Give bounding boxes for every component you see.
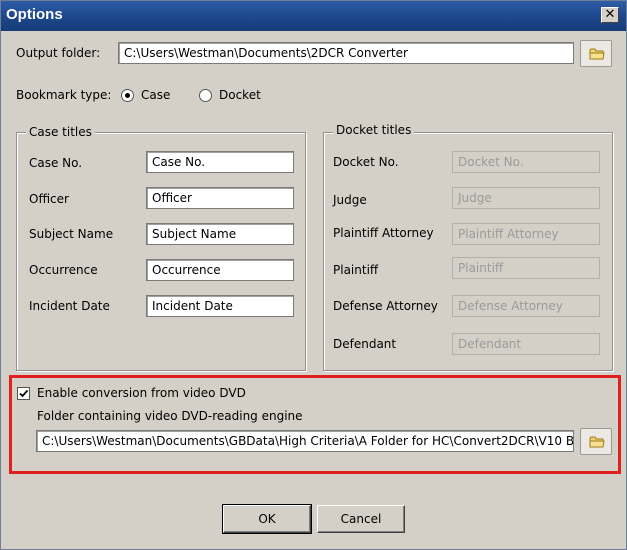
defense-attorney-input[interactable]: Defense Attorney <box>452 295 600 317</box>
enable-dvd-checkbox[interactable] <box>17 387 30 400</box>
plaintiff-attorney-label: Plaintiff Attorney <box>333 226 434 240</box>
subject-name-label: Subject Name <box>29 227 114 241</box>
occurrence-label: Occurrence <box>29 263 98 277</box>
case-no-input[interactable]: Case No. <box>146 151 294 173</box>
dvd-folder-browse-button[interactable] <box>580 428 612 455</box>
checkmark-icon <box>19 389 29 398</box>
output-folder-input[interactable]: C:\Users\Westman\Documents\2DCR Converte… <box>118 42 574 64</box>
enable-dvd-label[interactable]: Enable conversion from video DVD <box>37 386 246 400</box>
radio-docket[interactable] <box>199 89 212 102</box>
case-no-label: Case No. <box>29 156 83 170</box>
defendant-input[interactable]: Defendant <box>452 333 600 355</box>
defense-attorney-label: Defense Attorney <box>333 299 438 313</box>
options-dialog: Options ✕ Output folder: C:\Users\Westma… <box>0 0 627 550</box>
officer-label: Officer <box>29 192 69 206</box>
output-folder-browse-button[interactable] <box>580 40 612 67</box>
window-title: Options <box>6 6 63 23</box>
radio-selected-dot <box>125 93 130 98</box>
occurrence-input[interactable]: Occurrence <box>146 259 294 281</box>
officer-input[interactable]: Officer <box>146 187 294 209</box>
output-folder-label: Output folder: <box>16 46 101 60</box>
incident-date-label: Incident Date <box>29 299 110 313</box>
ok-button[interactable]: OK <box>222 504 312 534</box>
radio-case-label[interactable]: Case <box>141 88 170 102</box>
plaintiff-label: Plaintiff <box>333 263 379 277</box>
folder-icon <box>589 48 605 60</box>
docket-titles-legend: Docket titles <box>333 123 415 137</box>
case-titles-legend: Case titles <box>26 125 95 139</box>
title-bar[interactable]: Options ✕ <box>1 1 626 31</box>
radio-case[interactable] <box>121 89 134 102</box>
judge-label: Judge <box>333 193 367 207</box>
close-button[interactable]: ✕ <box>601 7 619 23</box>
cancel-button[interactable]: Cancel <box>317 505 405 533</box>
subject-name-input[interactable]: Subject Name <box>146 223 294 245</box>
docket-no-input[interactable]: Docket No. <box>452 151 600 173</box>
radio-docket-label[interactable]: Docket <box>219 88 261 102</box>
defendant-label: Defendant <box>333 337 397 351</box>
judge-input[interactable]: Judge <box>452 187 600 209</box>
dvd-folder-label: Folder containing video DVD-reading engi… <box>37 409 303 423</box>
close-icon: ✕ <box>604 7 616 22</box>
dvd-folder-input[interactable]: C:\Users\Westman\Documents\GBData\High C… <box>36 430 574 452</box>
plaintiff-input[interactable]: Plaintiff <box>452 257 600 279</box>
folder-icon <box>589 436 605 448</box>
bookmark-type-label: Bookmark type: <box>16 88 112 102</box>
docket-no-label: Docket No. <box>333 155 399 169</box>
plaintiff-attorney-input[interactable]: Plaintiff Attorney <box>452 223 600 245</box>
incident-date-input[interactable]: Incident Date <box>146 295 294 317</box>
